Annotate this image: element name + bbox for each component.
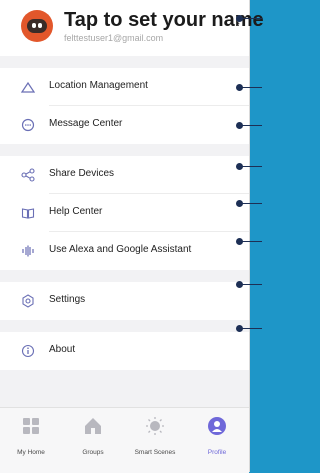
section-gap: [0, 270, 249, 282]
eye-left: [32, 23, 36, 28]
menu-item-about[interactable]: About: [0, 332, 249, 370]
section-gap: [0, 56, 249, 68]
profile-header[interactable]: Tap to set your name felttestuser1@gmail…: [0, 0, 264, 56]
avatar[interactable]: [21, 10, 53, 42]
tab-groups[interactable]: Groups: [62, 416, 124, 466]
profile-email: felttestuser1@gmail.com: [64, 33, 164, 43]
book-icon: [21, 208, 35, 219]
menu-label-help: Help Center: [49, 206, 103, 217]
tab-bar: My Home Groups Smart Scenes Profile: [0, 407, 249, 473]
info-icon: [21, 344, 35, 358]
callout-settings: [236, 281, 262, 288]
callout-share: [236, 163, 262, 170]
grid-icon: [23, 418, 39, 434]
voice-bars-icon: [22, 245, 34, 257]
tab-label: Smart Scenes: [134, 449, 176, 456]
menu-item-message[interactable]: Message Center: [0, 106, 249, 144]
person-icon: [208, 417, 226, 435]
menu-item-help[interactable]: Help Center: [0, 194, 249, 232]
menu-label-alexa: Use Alexa and Google Assistant: [49, 244, 192, 255]
callout-message: [236, 122, 262, 129]
tab-profile[interactable]: Profile: [186, 416, 248, 466]
tab-label: Profile: [207, 449, 227, 456]
background-strip: [249, 0, 262, 472]
menu-label-message: Message Center: [49, 118, 123, 129]
eye-right: [38, 23, 42, 28]
callout-location: [236, 84, 262, 91]
message-icon: [21, 118, 35, 132]
menu-label-settings: Settings: [49, 294, 86, 305]
callout-alexa: [236, 238, 262, 245]
menu-item-settings[interactable]: Settings: [0, 282, 249, 320]
menu-label-share: Share Devices: [49, 168, 115, 179]
callout-profile: [236, 15, 262, 22]
house-icon: [85, 418, 101, 434]
menu-item-location[interactable]: Location Management: [0, 68, 249, 106]
robot-face-icon: [27, 19, 47, 33]
menu-item-share[interactable]: Share Devices: [0, 156, 249, 194]
menu-label-about: About: [49, 344, 76, 355]
sun-icon: [146, 417, 164, 435]
home-outline-icon: [21, 81, 35, 93]
callout-about: [236, 325, 262, 332]
tab-smart-scenes[interactable]: Smart Scenes: [124, 416, 186, 466]
tab-my-home[interactable]: My Home: [0, 416, 62, 466]
section-gap: [0, 144, 249, 156]
menu-label-location: Location Management: [49, 80, 148, 91]
profile-name[interactable]: Tap to set your name: [64, 9, 264, 32]
tab-label: My Home: [17, 449, 45, 456]
menu-item-alexa[interactable]: Use Alexa and Google Assistant: [0, 232, 249, 270]
empty-space: [0, 370, 249, 407]
gear-icon: [22, 294, 34, 308]
tab-label: Groups: [82, 449, 104, 456]
share-icon: [21, 168, 35, 182]
phone-screen: Tap to set your name felttestuser1@gmail…: [0, 0, 264, 473]
section-gap: [0, 320, 249, 332]
callout-help: [236, 200, 262, 207]
